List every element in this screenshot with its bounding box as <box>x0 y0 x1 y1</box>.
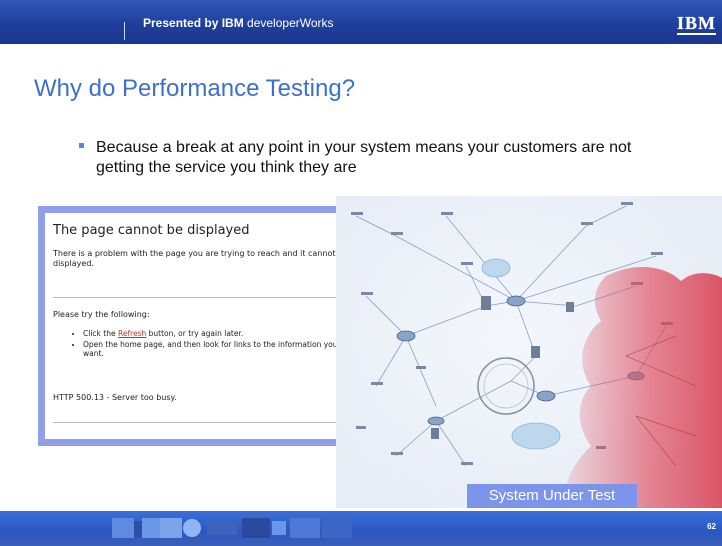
error-paragraph: There is a problem with the page you are… <box>53 249 349 268</box>
footer-decorative-strip <box>112 518 352 538</box>
error-page-content: The page cannot be displayed There is a … <box>45 213 361 439</box>
ibm-logo: IBM <box>677 13 716 35</box>
error-suggestions-list: Click the Refresh button, or try again l… <box>65 329 343 360</box>
presented-by-text: Presented by IBM developerWorks <box>143 16 334 30</box>
header-divider <box>124 22 125 40</box>
network-diagram-graphic <box>336 196 722 508</box>
network-diagram <box>336 196 722 508</box>
error-suggestion-home: Open the home page, and then look for li… <box>83 340 343 358</box>
refresh-link[interactable]: Refresh <box>118 329 146 338</box>
slide-title: Why do Performance Testing? <box>34 75 356 102</box>
error-divider-top <box>53 297 348 298</box>
error-page-screenshot: The page cannot be displayed There is a … <box>38 206 368 446</box>
error-divider-bottom <box>53 422 348 423</box>
system-under-test-label: System Under Test <box>467 484 637 508</box>
http-status-text: HTTP 500.13 - Server too busy. <box>53 393 177 402</box>
page-number: 62 <box>707 522 716 531</box>
error-try-label: Please try the following: <box>53 310 150 319</box>
bullet-text: Because a break at any point in your sys… <box>96 139 632 176</box>
header-bar: Presented by IBM developerWorks IBM <box>0 0 722 44</box>
bullet-square-icon <box>79 143 84 148</box>
footer-bar: 62 <box>0 511 722 546</box>
error-heading: The page cannot be displayed <box>53 223 250 238</box>
error-suggestion-refresh: Click the Refresh button, or try again l… <box>83 329 343 338</box>
